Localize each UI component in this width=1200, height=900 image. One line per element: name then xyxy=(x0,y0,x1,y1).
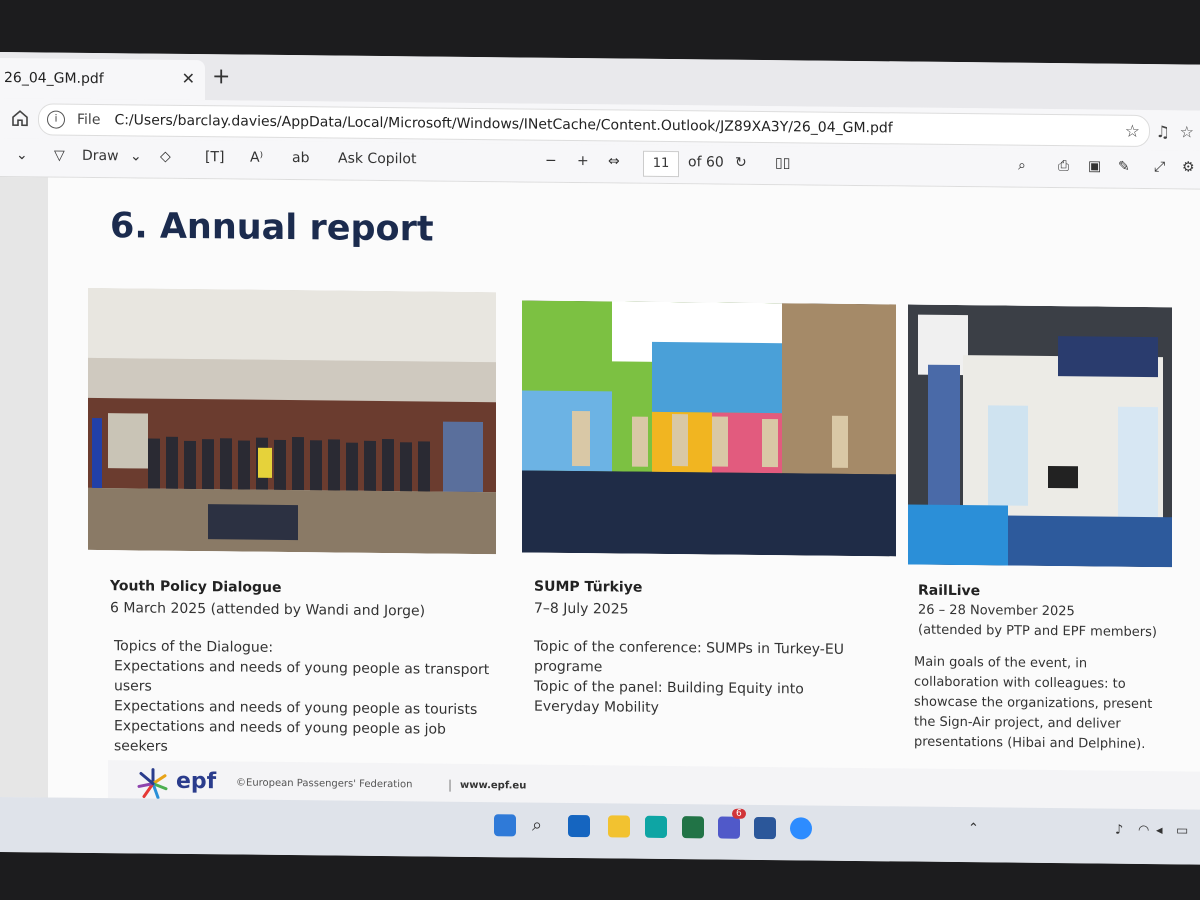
read-aloud-icon[interactable]: A⁾ xyxy=(250,150,263,166)
fullscreen-icon[interactable]: ⤢ xyxy=(1154,159,1165,175)
epf-logo-word: epf xyxy=(176,768,217,795)
star-icon[interactable]: ☆ xyxy=(1125,122,1140,142)
page-number-input[interactable]: 11 xyxy=(643,150,679,178)
zoom-in-button[interactable]: + xyxy=(577,153,589,169)
col3-body: Main goals of the event, in collaboratio… xyxy=(914,654,1153,752)
chevron-up-icon[interactable]: ⌃ xyxy=(968,821,979,836)
col2-title: SUMP Türkiye xyxy=(534,578,643,596)
rotate-icon[interactable]: ↻ xyxy=(735,155,747,171)
translate-icon[interactable]: ab xyxy=(292,150,309,166)
page-view-icon[interactable]: ▯▯ xyxy=(775,155,790,171)
text-icon[interactable]: [T] xyxy=(205,149,224,165)
chevron-down-icon[interactable]: ⌄ xyxy=(130,148,142,164)
search-icon[interactable]: ⌕ xyxy=(1018,158,1026,174)
ask-copilot-button[interactable]: Ask Copilot xyxy=(338,151,417,168)
chevron-down-icon[interactable]: ⌄ xyxy=(16,147,28,163)
taskbar: ⌕ 6 ⌃ ♪ ◠ ◂ ▭ xyxy=(0,797,1200,865)
save-icon[interactable]: ▣ xyxy=(1088,158,1101,174)
draw-icon[interactable]: ▽ xyxy=(54,148,65,164)
fit-page-icon[interactable]: ⇔ xyxy=(608,153,620,169)
page-total: of 60 xyxy=(688,154,724,171)
extension-icon[interactable]: ♫ xyxy=(1156,122,1170,141)
col2-body: Topic of the conference: SUMPs in Turkey… xyxy=(534,638,844,716)
battery-icon[interactable]: ▭ xyxy=(1176,823,1188,838)
mic-icon[interactable]: ♪ xyxy=(1115,823,1123,838)
save-as-icon[interactable]: ✎ xyxy=(1118,159,1130,175)
volume-icon[interactable]: ◂ xyxy=(1156,823,1163,838)
search-icon[interactable]: ⌕ xyxy=(532,815,554,837)
footer-separator: | xyxy=(448,777,453,792)
gear-icon[interactable]: ⚙ xyxy=(1182,159,1195,175)
favorites-icon[interactable]: ☆ xyxy=(1180,122,1194,141)
home-icon[interactable] xyxy=(10,108,30,128)
tab-pdf[interactable]: 26_04_GM.pdf ✕ xyxy=(0,58,205,101)
wifi-icon[interactable]: ◠ xyxy=(1138,823,1149,838)
col2-date: 7–8 July 2025 xyxy=(534,600,629,618)
zoom-icon[interactable] xyxy=(790,817,812,840)
eraser-icon[interactable]: ◇ xyxy=(160,149,171,165)
close-icon[interactable]: ✕ xyxy=(182,69,195,88)
new-tab-button[interactable]: + xyxy=(212,64,230,89)
pdf-page: 6. Annual report Youth Policy Dialogue 6… xyxy=(48,177,1200,810)
footer-org: ©European Passengers' Federation xyxy=(236,777,413,791)
col1-title: Youth Policy Dialogue xyxy=(110,578,282,596)
col1-date: 6 March 2025 (attended by Wandi and Jorg… xyxy=(110,600,426,620)
start-icon[interactable] xyxy=(494,814,516,837)
screen: 26_04_GM.pdf ✕ + i File C:/Users/barclay… xyxy=(0,52,1200,865)
outlook-icon[interactable] xyxy=(568,814,590,838)
edge-icon[interactable] xyxy=(645,815,667,838)
file-explorer-icon[interactable] xyxy=(608,815,630,838)
page-heading: 6. Annual report xyxy=(110,206,434,250)
draw-button[interactable]: Draw xyxy=(82,148,119,164)
address-url[interactable]: C:/Users/barclay.davies/AppData/Local/Mi… xyxy=(114,112,892,136)
footer-url[interactable]: www.epf.eu xyxy=(460,780,526,792)
col3-date: 26 – 28 November 2025 (attended by PTP a… xyxy=(918,602,1157,641)
epf-logo-icon xyxy=(137,768,168,800)
info-icon[interactable]: i xyxy=(47,110,65,129)
photo-raillive xyxy=(908,304,1172,568)
document-area[interactable]: 6. Annual report Youth Policy Dialogue 6… xyxy=(0,177,1200,810)
col3-title: RailLive xyxy=(918,582,981,600)
print-icon[interactable]: ⎙ xyxy=(1058,158,1069,174)
excel-icon[interactable] xyxy=(682,816,704,839)
teams-badge: 6 xyxy=(732,808,746,819)
photo-sump-turkiye xyxy=(522,300,896,557)
col1-body: Topics of the Dialogue: Expectations and… xyxy=(114,638,490,755)
tab-title: 26_04_GM.pdf xyxy=(4,70,104,88)
teams-icon[interactable] xyxy=(718,816,740,839)
word-icon[interactable] xyxy=(754,816,776,840)
address-scheme: File xyxy=(77,111,101,129)
photo-youth-dialogue xyxy=(88,287,496,555)
zoom-out-button[interactable]: − xyxy=(545,153,557,169)
